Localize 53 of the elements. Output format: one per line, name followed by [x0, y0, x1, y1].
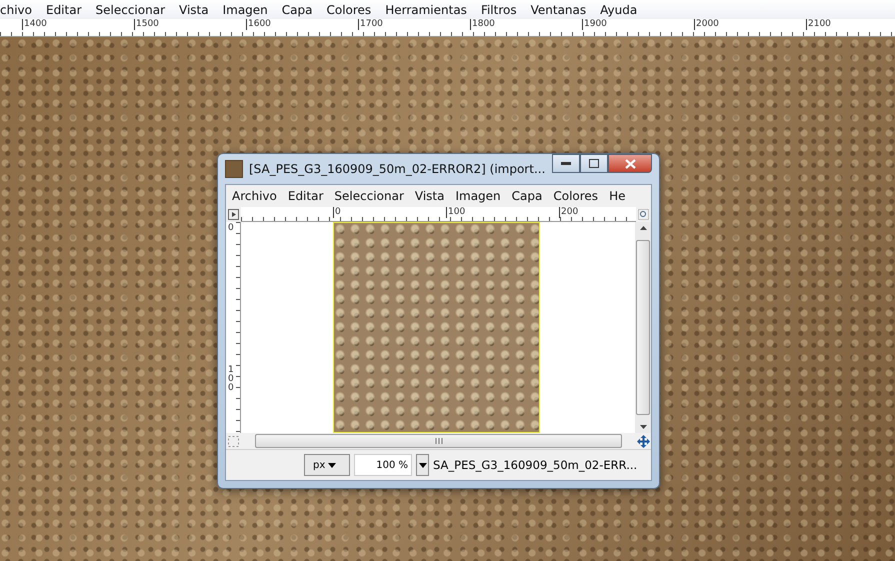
zoom-field[interactable]: 100 % [354, 454, 412, 476]
ruler-label: 1900 [582, 19, 694, 30]
caret-icon [328, 462, 336, 468]
down-arrow-icon[interactable] [640, 425, 646, 429]
ruler-label: 0 [333, 207, 446, 218]
maximize-button[interactable] [580, 154, 608, 173]
close-button[interactable] [608, 154, 652, 173]
minimize-icon [561, 162, 571, 165]
menu-item[interactable]: Editar [46, 2, 82, 16]
status-filename: SA_PES_G3_160909_50m_02-ERR... [433, 458, 638, 472]
move-icon[interactable] [637, 434, 650, 448]
ruler-label: 2000 [694, 19, 806, 30]
menu-item[interactable]: Capa [512, 189, 542, 203]
grip-icon [434, 438, 442, 444]
menu-item[interactable]: Vista [414, 189, 444, 203]
menu-item[interactable]: Colores [553, 189, 598, 203]
caret-icon [418, 462, 426, 468]
menu-item[interactable]: Colores [326, 2, 372, 16]
ruler-label: 1500 [134, 19, 246, 30]
ruler-label: 2100 [806, 19, 895, 30]
unit-dropdown[interactable]: px [304, 454, 350, 476]
menu-item[interactable]: Imagen [455, 189, 501, 203]
ruler-label: 100 [446, 207, 559, 218]
menu-item[interactable]: Capa [282, 2, 312, 16]
ruler-label: 1400 [22, 19, 134, 30]
menu-item[interactable]: Ayuda [600, 2, 638, 16]
zoom-icon[interactable] [638, 209, 649, 220]
window-title: [SA_PES_G3_160909_50m_02-ERROR2] (import... [249, 162, 546, 176]
menu-item[interactable]: Editar [288, 189, 324, 203]
menu-item[interactable]: Imagen [222, 2, 268, 16]
menu-item[interactable]: He [609, 189, 626, 203]
menu-item[interactable]: Herramientas [385, 2, 467, 16]
minimize-button[interactable] [552, 154, 580, 173]
close-icon [624, 158, 636, 168]
maximize-icon [589, 159, 599, 168]
menu-item[interactable]: Seleccionar [334, 189, 404, 203]
up-arrow-icon[interactable] [640, 226, 646, 230]
menu-item[interactable]: Seleccionar [96, 2, 165, 16]
menu-item[interactable]: Ventanas [530, 2, 586, 16]
vertical-scrollbar[interactable] [635, 222, 651, 433]
menu-item[interactable]: Archivo [232, 189, 277, 203]
ruler-label: 1800 [470, 19, 582, 30]
image-thumbnail-icon [225, 160, 243, 178]
ruler-label: 200 [559, 207, 636, 218]
ruler-label: 0 [228, 224, 235, 233]
zoom-dropdown-button[interactable] [416, 454, 429, 476]
ruler-label: 1600 [246, 19, 358, 30]
menu-item[interactable]: chivo [0, 2, 32, 16]
horizontal-scrollbar[interactable] [255, 434, 622, 448]
menu-item[interactable]: Filtros [480, 2, 517, 16]
ruler-label: 1700 [358, 19, 470, 30]
ruler-label: 100 [228, 366, 235, 393]
menu-item[interactable]: Vista [179, 2, 209, 16]
